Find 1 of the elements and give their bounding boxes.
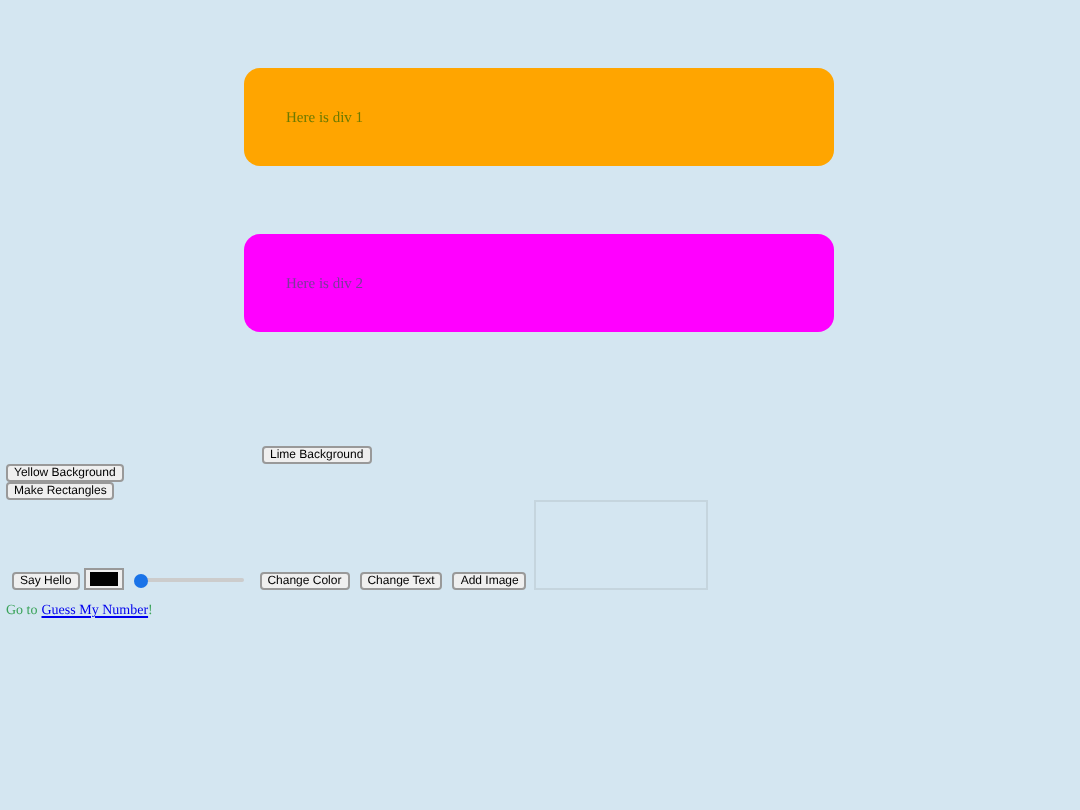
color-picker[interactable]	[83, 568, 124, 590]
